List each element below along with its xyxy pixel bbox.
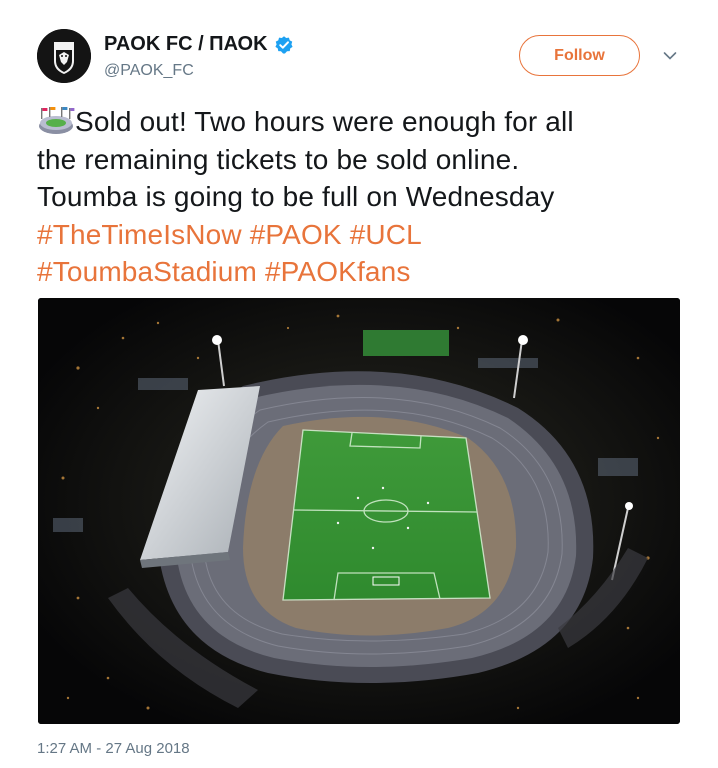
stadium-emoji-icon: [39, 107, 75, 134]
hashtag-paok[interactable]: #PAOK: [250, 219, 342, 250]
tweet-line-1: Sold out! Two hours were enough for all: [75, 106, 574, 137]
tweet-card: PAOK FC / ΠΑΟΚ @PAOK_FC Follow Sold out!…: [0, 0, 718, 768]
tweet-line-2: the remaining tickets to be sold online.: [37, 143, 520, 175]
tweet-text: Sold out! Two hours were enough for all …: [37, 103, 697, 291]
handle[interactable]: @PAOK_FC: [104, 62, 194, 80]
avatar[interactable]: [37, 29, 91, 83]
chevron-down-icon[interactable]: [662, 48, 678, 64]
display-name-text: PAOK FC / ΠΑΟΚ: [104, 33, 268, 55]
paok-crest-icon: [37, 29, 91, 83]
hashtag-toumbastadium[interactable]: #ToumbaStadium: [37, 256, 257, 287]
timestamp[interactable]: 1:27 AM - 27 Aug 2018: [37, 740, 190, 757]
verified-badge-icon: [274, 35, 293, 54]
tweet-photo[interactable]: [38, 298, 680, 724]
hashtag-thetimeisnow[interactable]: #TheTimeIsNow: [37, 219, 242, 250]
hashtag-ucl[interactable]: #UCL: [350, 219, 422, 250]
display-name[interactable]: PAOK FC / ΠΑΟΚ: [104, 33, 294, 56]
follow-button[interactable]: Follow: [519, 35, 640, 76]
tweet-line-3: Toumba is going to be full on Wednesday: [37, 181, 555, 212]
stadium-aerial-photo: [38, 298, 680, 724]
hashtag-paokfans[interactable]: #PAOKfans: [265, 256, 411, 287]
